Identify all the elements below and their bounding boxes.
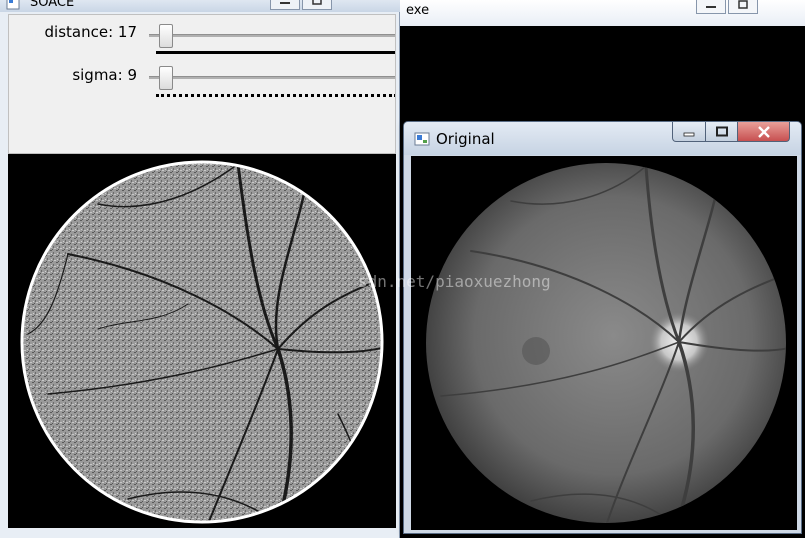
sigma-track[interactable] <box>149 76 395 79</box>
original-window: Original <box>403 121 802 534</box>
sigma-underline <box>156 94 395 97</box>
soace-maximize-button[interactable] <box>302 0 332 10</box>
app-icon <box>414 132 430 146</box>
soace-window-title: SOACE <box>30 0 75 10</box>
processed-image-canvas <box>8 154 396 528</box>
app-icon <box>6 0 20 10</box>
original-image-canvas <box>411 156 797 530</box>
original-minimize-button[interactable] <box>672 122 706 142</box>
maximize-icon <box>715 126 728 136</box>
soace-minimize-button[interactable] <box>270 0 300 10</box>
distance-label: distance: 17 <box>44 23 137 41</box>
original-titlebar[interactable]: Original <box>404 122 801 155</box>
minimize-icon <box>683 132 695 136</box>
minimize-icon <box>706 6 716 8</box>
close-icon <box>757 125 770 138</box>
exe-titlebar[interactable]: exe <box>400 0 805 26</box>
watermark-text: sdn.net/piaoxuezhong <box>358 272 551 291</box>
vessel-map-image <box>20 160 384 524</box>
maximize-icon <box>738 0 748 9</box>
fundus-image <box>426 163 786 523</box>
distance-underline <box>156 51 395 54</box>
exe-minimize-button[interactable] <box>696 0 726 14</box>
distance-slider-thumb[interactable] <box>159 24 173 48</box>
trackbar-panel: distance: 17 sigma: 9 <box>8 14 396 154</box>
soace-window: SOACE distance: 17 sigma: 9 <box>0 0 400 538</box>
original-maximize-button[interactable] <box>706 122 738 142</box>
sigma-slider-thumb[interactable] <box>159 66 173 90</box>
maximize-icon <box>312 0 322 5</box>
original-window-title: Original <box>436 130 495 148</box>
exe-window-title: exe <box>406 3 430 18</box>
soace-titlebar[interactable]: SOACE <box>0 0 400 12</box>
sigma-label: sigma: 9 <box>72 66 137 84</box>
original-close-button[interactable] <box>738 122 790 142</box>
exe-maximize-button[interactable] <box>728 0 758 14</box>
distance-track[interactable] <box>149 34 395 37</box>
minimize-icon <box>280 2 290 4</box>
